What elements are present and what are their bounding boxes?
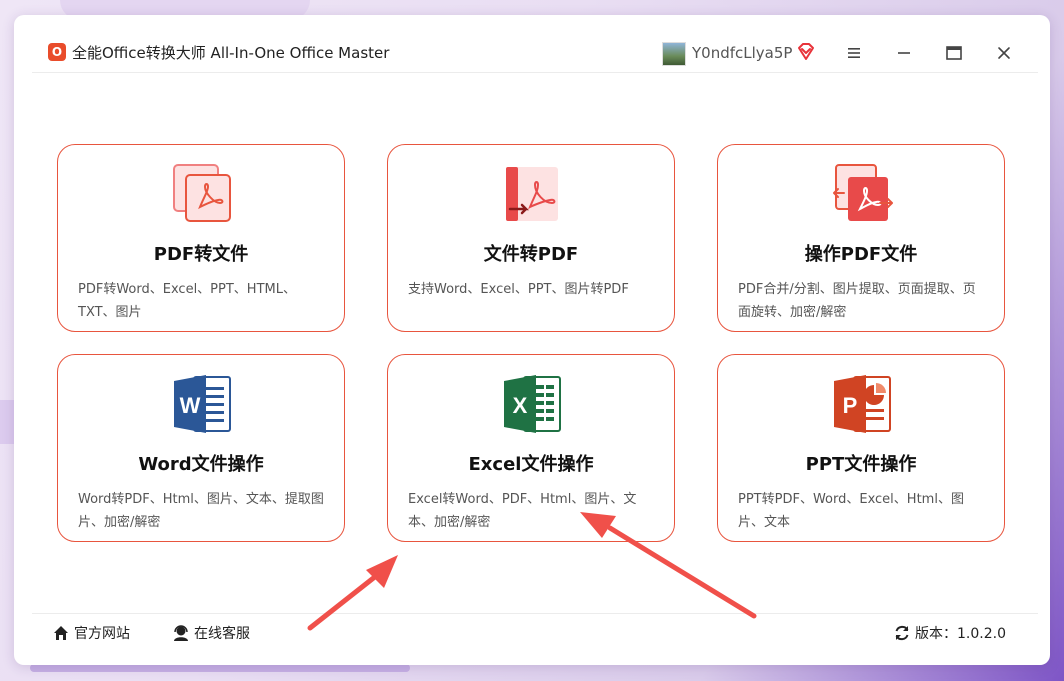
card-title: PPT文件操作 xyxy=(805,454,917,475)
footer-divider xyxy=(32,613,1038,614)
svg-text:P: P xyxy=(843,393,858,418)
title-bar: O 全能Office转换大师 All-In-One Office Master … xyxy=(14,15,1050,73)
support-link[interactable]: 在线客服 xyxy=(172,623,250,643)
version-info[interactable]: 版本：1.0.2.0 xyxy=(893,623,1006,643)
username[interactable]: Y0ndfcLlya5P xyxy=(692,43,792,63)
refresh-icon xyxy=(895,625,909,641)
card-description: PDF合并/分割、图片提取、页面提取、页面旋转、加密/解密 xyxy=(738,282,976,320)
close-icon[interactable] xyxy=(994,43,1014,63)
menu-icon[interactable] xyxy=(844,43,864,63)
card-description: PDF转Word、Excel、PPT、HTML、TXT、图片 xyxy=(78,282,296,320)
card-pdf-to-file[interactable]: PDF转文件 PDF转Word、Excel、PPT、HTML、TXT、图片 xyxy=(57,144,345,332)
app-title: 全能Office转换大师 All-In-One Office Master xyxy=(72,44,390,62)
card-title: Word文件操作 xyxy=(138,454,264,475)
card-title: 文件转PDF xyxy=(483,244,579,265)
card-description: 支持Word、Excel、PPT、图片转PDF xyxy=(408,282,629,297)
minimize-icon[interactable] xyxy=(894,43,914,63)
card-excel[interactable]: X Excel文件操作 Excel转Word、PDF、Html、图片、文本、加密… xyxy=(387,354,675,542)
vip-diamond-icon[interactable] xyxy=(796,42,816,62)
home-icon xyxy=(54,626,68,640)
support-label: 在线客服 xyxy=(194,626,250,642)
app-window: O 全能Office转换大师 All-In-One Office Master … xyxy=(14,15,1050,665)
card-operate-pdf[interactable]: 操作PDF文件 PDF合并/分割、图片提取、页面提取、页面旋转、加密/解密 xyxy=(717,144,1005,332)
svg-text:W: W xyxy=(180,393,201,418)
website-label: 官方网站 xyxy=(74,626,130,642)
maximize-icon[interactable] xyxy=(944,43,964,63)
card-description: PPT转PDF、Word、Excel、Html、图片、文本 xyxy=(738,492,964,530)
website-link[interactable]: 官方网站 xyxy=(52,623,130,643)
app-logo-icon: O xyxy=(48,43,66,61)
ppt-icon: P xyxy=(834,375,891,433)
card-word[interactable]: W Word文件操作 Word转PDF、Html、图片、文本、提取图片、加密/解… xyxy=(57,354,345,542)
background-shape xyxy=(30,664,410,672)
version-label: 版本：1.0.2.0 xyxy=(915,626,1006,642)
card-title: PDF转文件 xyxy=(153,244,249,265)
card-file-to-pdf[interactable]: 文件转PDF 支持Word、Excel、PPT、图片转PDF xyxy=(387,144,675,332)
user-avatar[interactable] xyxy=(662,42,686,66)
svg-text:X: X xyxy=(513,393,528,418)
pdf-to-file-icon xyxy=(173,164,231,222)
card-description: Word转PDF、Html、图片、文本、提取图片、加密/解密 xyxy=(78,492,324,530)
card-title: 操作PDF文件 xyxy=(804,244,918,265)
headset-icon xyxy=(174,625,188,641)
card-title: Excel文件操作 xyxy=(468,454,594,475)
excel-icon: X xyxy=(504,375,561,433)
title-divider xyxy=(32,72,1038,73)
card-description: Excel转Word、PDF、Html、图片、文本、加密/解密 xyxy=(408,492,637,530)
operate-pdf-icon xyxy=(833,164,893,221)
card-ppt[interactable]: P PPT文件操作 PPT转PDF、Word、Excel、Html、图片、文本 xyxy=(717,354,1005,542)
word-icon: W xyxy=(174,375,231,433)
file-to-pdf-icon xyxy=(506,167,558,221)
